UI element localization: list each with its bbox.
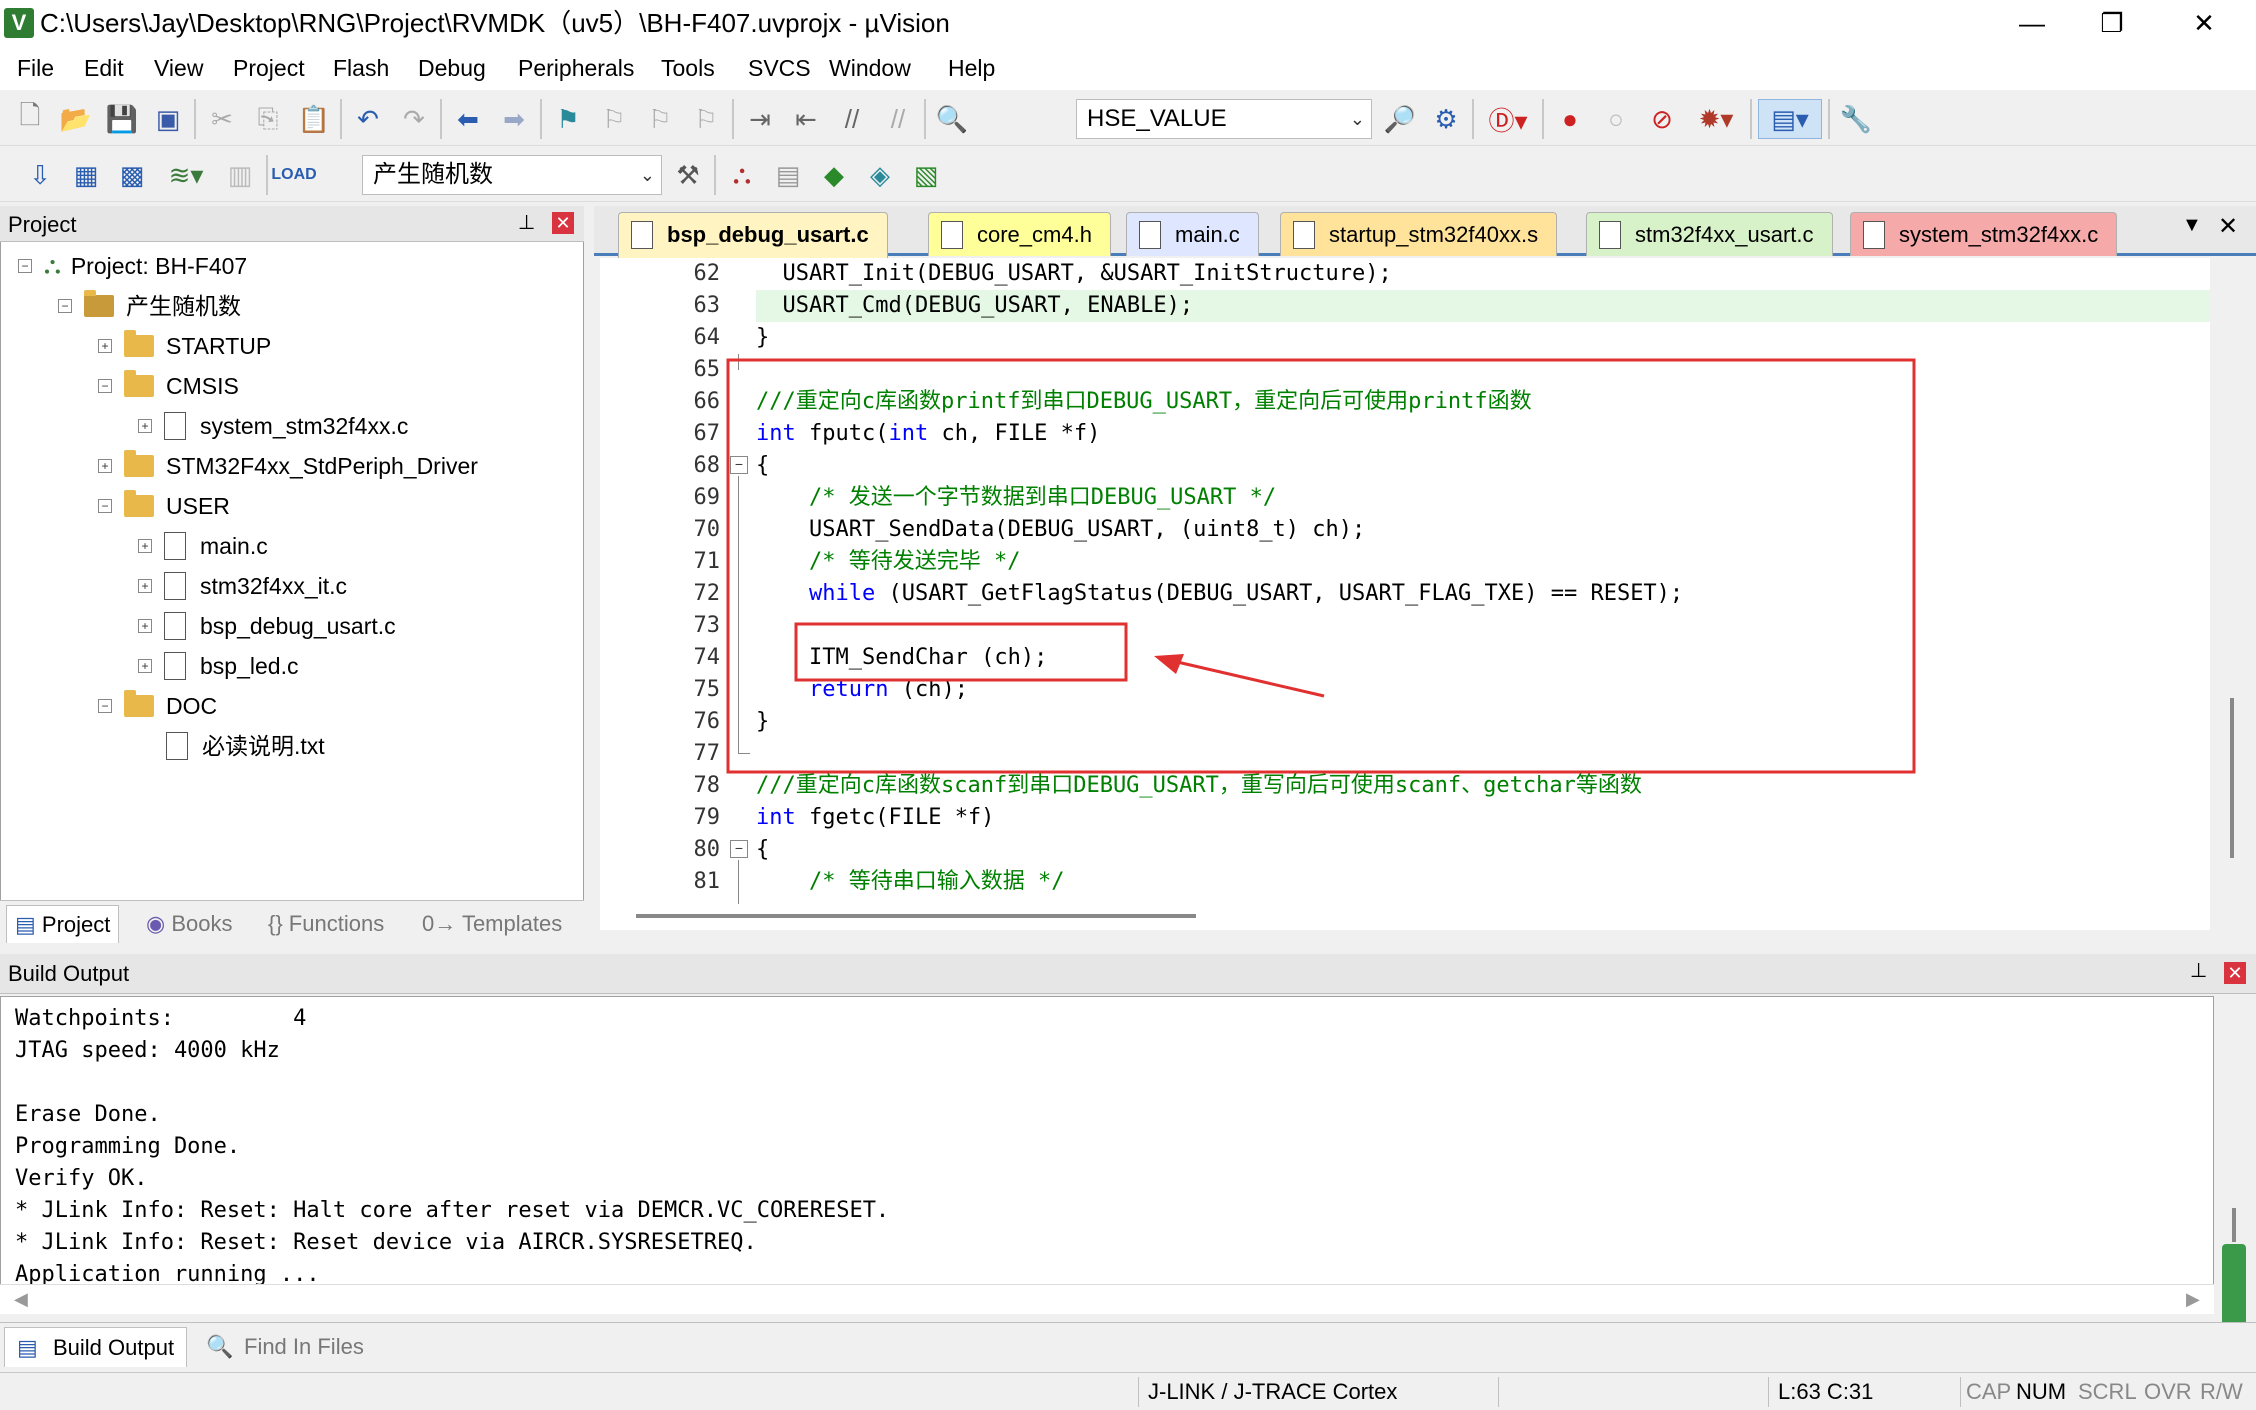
build-line: * JLink Info: Reset: Reset device via AI… [15,1230,757,1255]
build-line: JTAG speed: 4000 kHz [15,1038,280,1063]
output-tabs: ▤ Build Output 🔍 Find In Files [0,1322,2256,1370]
build-line: Programming Done. [15,1134,241,1159]
tab-label: Find In Files [244,1334,364,1359]
build-output-icon: ▤ [17,1335,38,1360]
scrollbar-thumb[interactable] [2230,698,2234,858]
build-output-title: Build Output [8,961,130,986]
build-output-text[interactable]: Watchpoints: 4 JTAG speed: 4000 kHz Eras… [0,996,2214,1296]
status-debugger: J-LINK / J-TRACE Cortex [1148,1379,1398,1404]
scroll-left-icon[interactable]: ◀ [14,1289,28,1310]
scrollbar-thumb[interactable] [2232,1208,2236,1242]
scroll-position-indicator [2222,1244,2246,1334]
build-line: * JLink Info: Reset: Halt core after res… [15,1198,890,1223]
tab-label: Build Output [53,1335,175,1360]
tab-build-output[interactable]: ▤ Build Output [4,1327,188,1367]
status-divider [1498,1377,1499,1407]
status-rw: R/W [2200,1379,2243,1404]
annotation-arrow-line [1159,656,1325,698]
tab-find-in-files[interactable]: 🔍 Find In Files [196,1327,376,1367]
annotation-arrow-head [1154,654,1184,674]
status-scrl: SCRL [2078,1379,2137,1404]
status-ovr: OVR [2144,1379,2192,1404]
editor-vertical-scrollbar[interactable] [2210,258,2256,904]
status-divider [1960,1377,1961,1407]
build-output-horizontal-scrollbar[interactable]: ◀ ▶ [0,1284,2214,1314]
build-line: Watchpoints: 4 [15,1006,307,1031]
status-divider [1138,1377,1139,1407]
annotation-box-itm-sendchar [794,622,1128,682]
annotation-box-fputc [726,358,1916,774]
build-output-header: Build Output ⊥ ✕ [0,954,2256,994]
find-in-files-tab-icon: 🔍 [206,1334,234,1359]
status-cursor-position: L:63 C:31 [1778,1379,1874,1404]
build-output-close-button[interactable]: ✕ [2224,962,2246,984]
status-cap: CAP [1966,1379,2012,1404]
build-line: Erase Done. [15,1102,161,1127]
build-line: Verify OK. [15,1166,148,1191]
status-num: NUM [2016,1379,2067,1404]
pin-icon[interactable]: ⊥ [2190,958,2207,983]
scrollbar-thumb[interactable] [636,914,1196,918]
build-output-vertical-scrollbar[interactable] [2214,996,2256,1334]
status-divider [1768,1377,1769,1407]
scroll-right-icon[interactable]: ▶ [2186,1289,2200,1310]
status-bar: J-LINK / J-TRACE Cortex L:63 C:31 CAP NU… [0,1372,2256,1410]
